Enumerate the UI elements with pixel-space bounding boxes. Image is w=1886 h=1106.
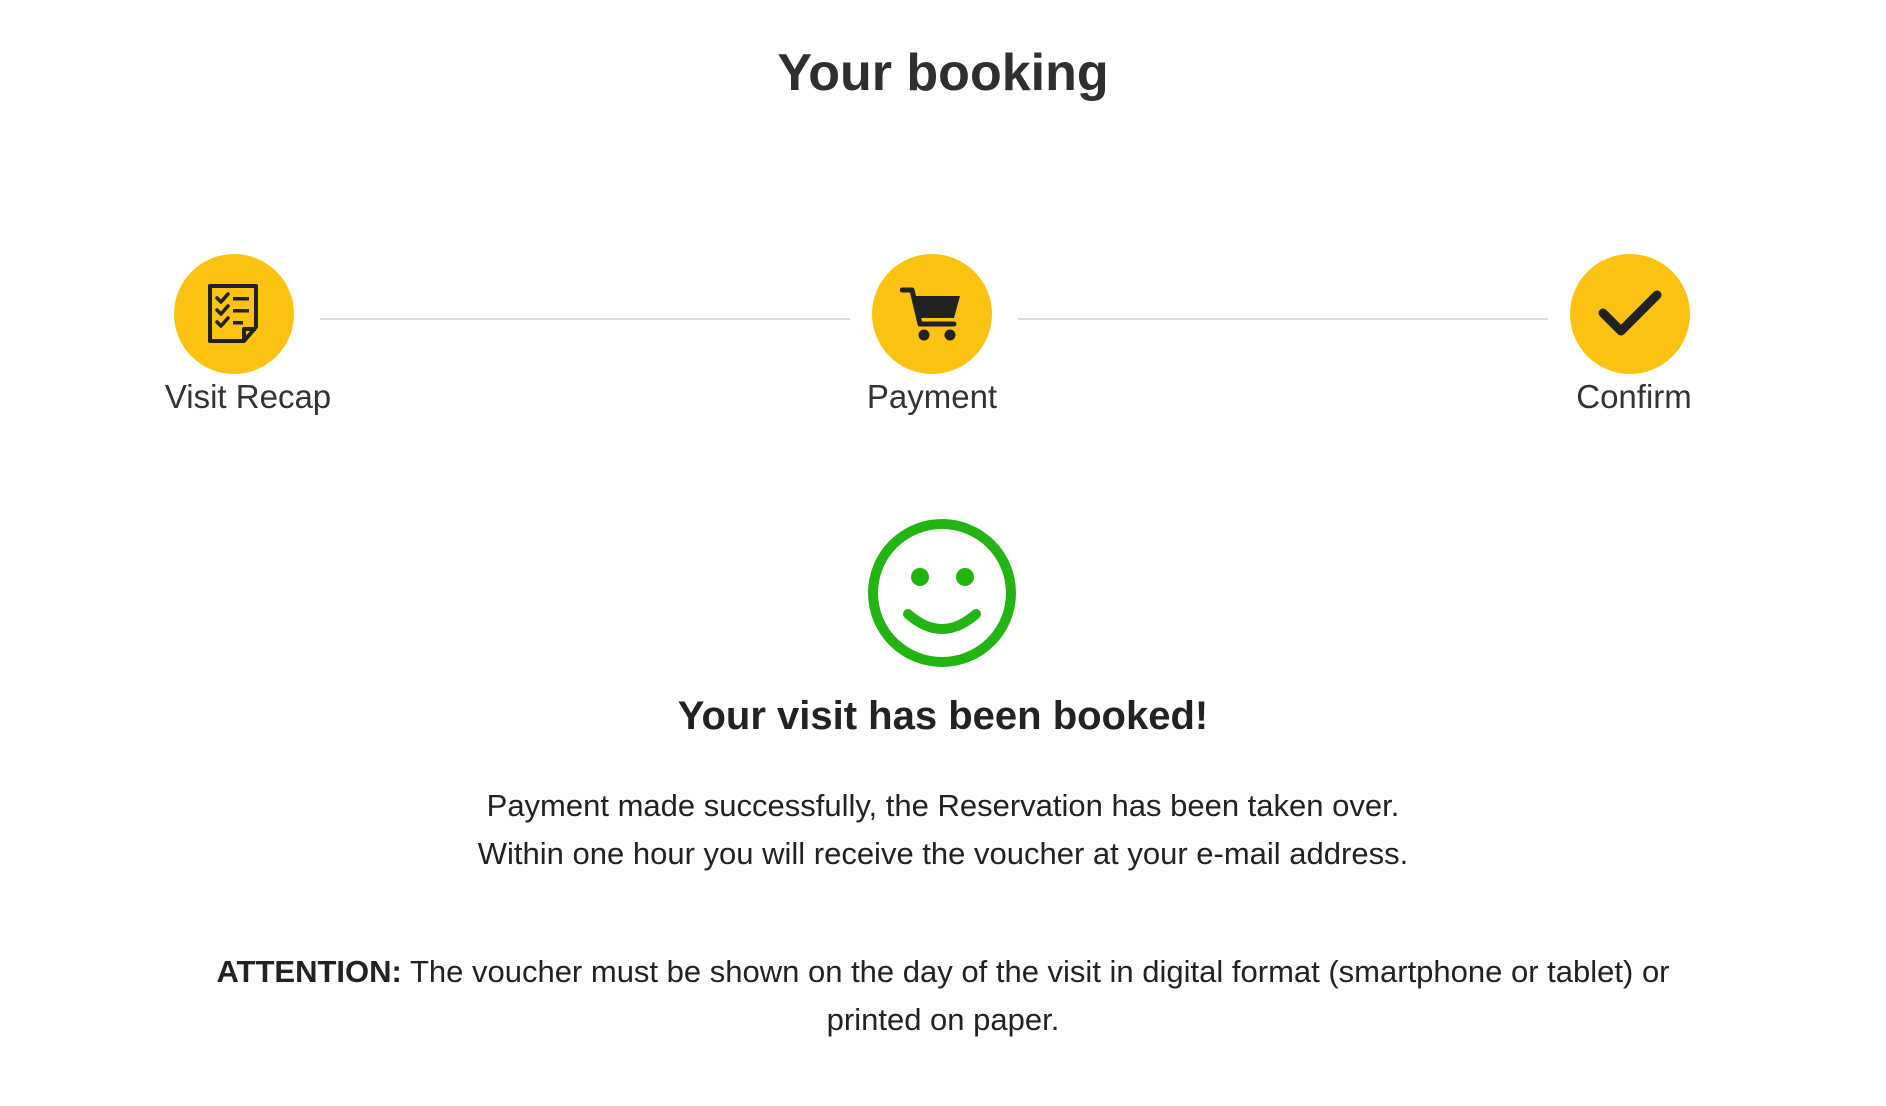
success-title: Your visit has been booked! xyxy=(677,694,1209,738)
success-message-line1: Payment made successfully, the Reservati… xyxy=(486,788,1400,823)
checklist-icon xyxy=(208,284,258,343)
booking-stepper: Visit Recap Payment Confirm xyxy=(0,0,1886,440)
checkmark-icon xyxy=(1598,290,1662,336)
attention-notice: ATTENTION: The voucher must be shown on … xyxy=(180,948,1706,1044)
step-connector xyxy=(320,318,850,320)
step-label-visit-recap: Visit Recap xyxy=(164,378,332,415)
success-message-line2: Within one hour you will receive the vou… xyxy=(477,836,1409,871)
step-label-payment: Payment xyxy=(866,378,998,415)
step-confirm[interactable] xyxy=(1570,254,1690,374)
step-visit-recap[interactable] xyxy=(174,254,294,374)
attention-text: The voucher must be shown on the day of … xyxy=(409,954,1670,1037)
success-message: Payment made successfully, the Reservati… xyxy=(0,782,1886,878)
attention-label: ATTENTION: xyxy=(216,954,402,989)
step-connector xyxy=(1018,318,1548,320)
smiley-icon xyxy=(868,519,1016,667)
step-label-confirm: Confirm xyxy=(1576,378,1692,415)
step-payment[interactable] xyxy=(872,254,992,374)
cart-icon xyxy=(900,287,960,341)
